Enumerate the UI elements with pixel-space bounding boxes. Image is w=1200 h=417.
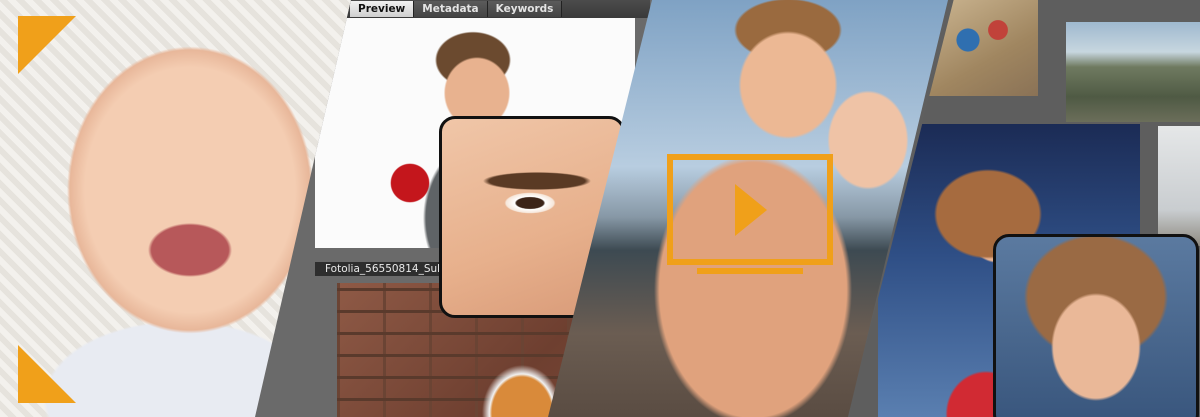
tab-preview[interactable]: Preview [350,1,415,17]
corner-triangle-bottom [18,345,76,403]
tab-keywords[interactable]: Keywords [487,1,563,17]
corner-triangle-top [18,16,76,74]
tab-bar: Preview Metadata Keywords [347,0,650,18]
tab-metadata[interactable]: Metadata [414,1,488,17]
play-video-icon[interactable] [667,154,833,278]
thumbnail-building[interactable] [1158,126,1200,246]
hero-banner: Preview Metadata Keywords Fotolia_565508… [0,0,1200,417]
zoom-loupe-girl [993,234,1199,417]
thumbnail-landscape[interactable] [1066,22,1200,122]
